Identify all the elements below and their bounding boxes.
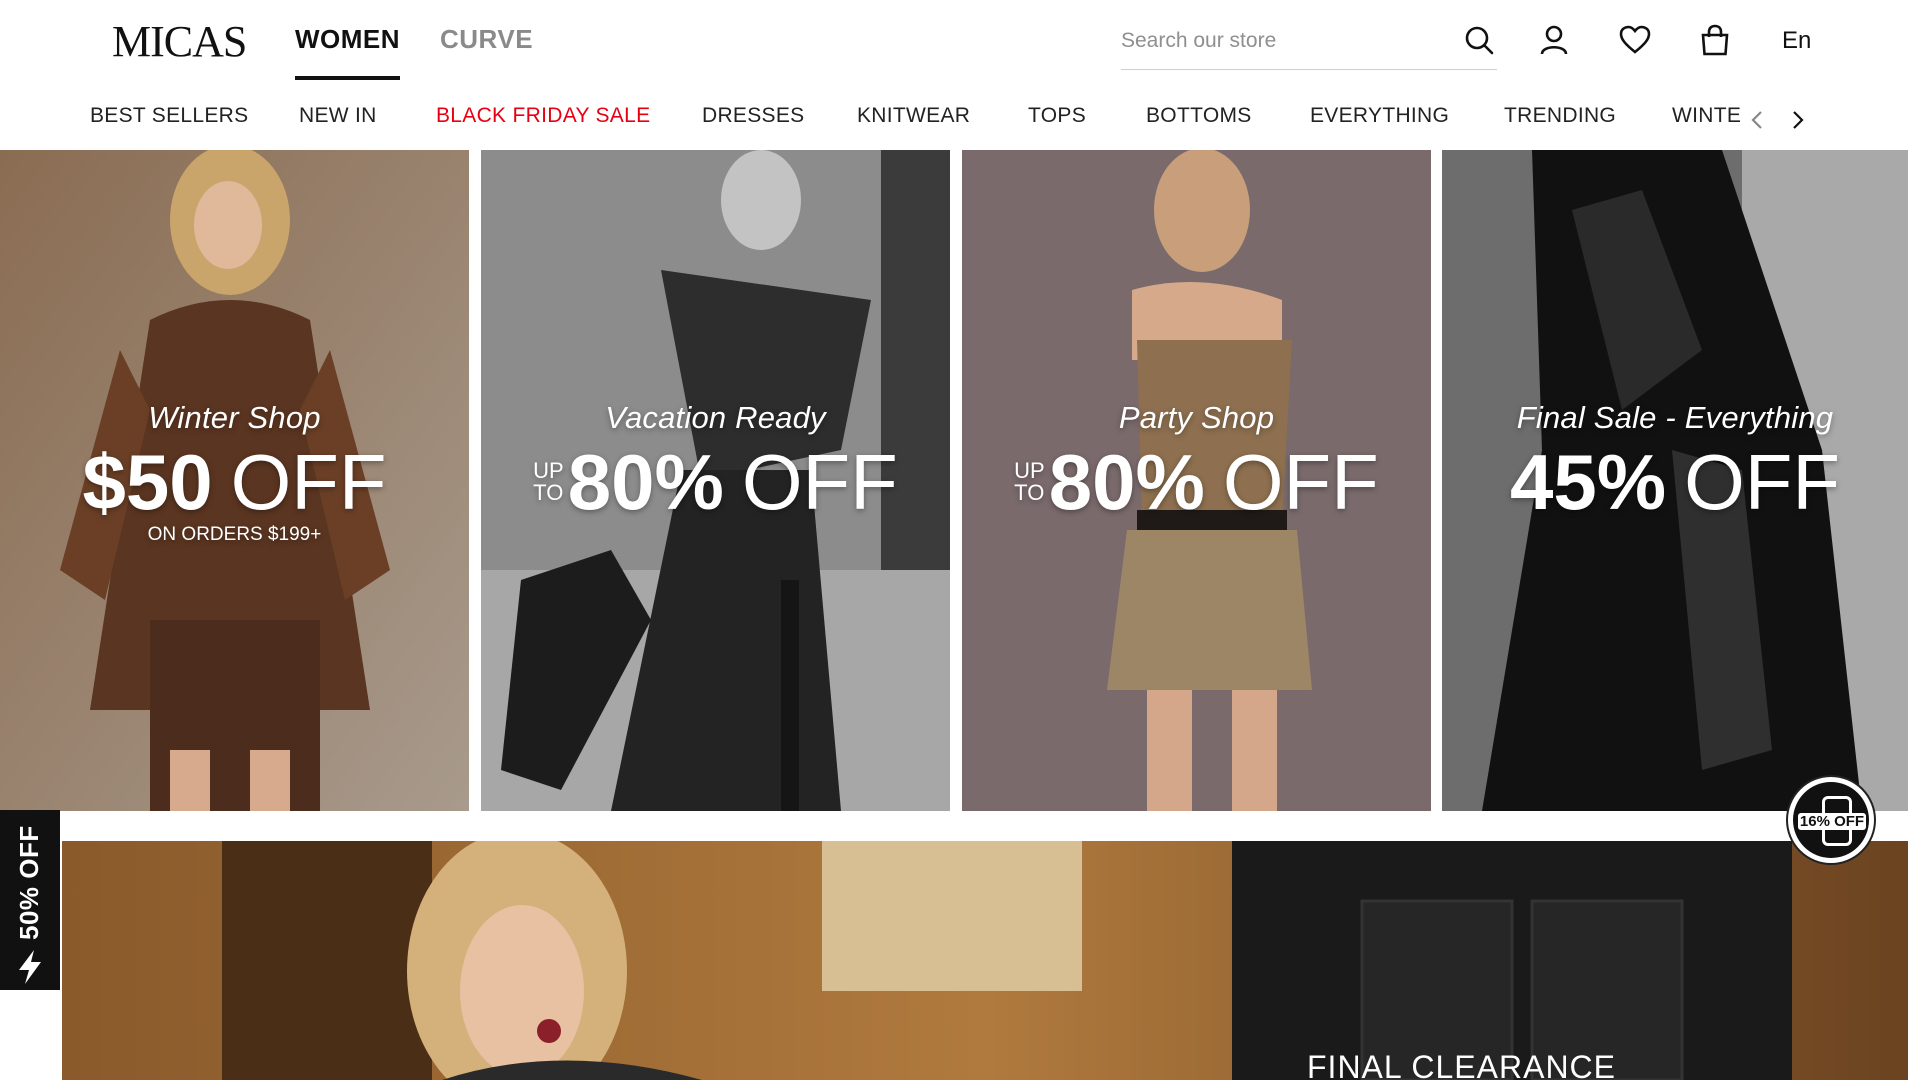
account-button[interactable] — [1534, 20, 1574, 60]
promo-offer: UP TO 80% OFF — [533, 442, 898, 522]
promo-off-label: OFF — [1222, 438, 1379, 526]
search-button[interactable] — [1459, 20, 1499, 60]
promo-caption: Vacation Ready UP TO 80% OFF — [481, 400, 950, 522]
promo-tile-winter-shop[interactable]: Winter Shop $50 OFF ON ORDERS $199+ — [0, 150, 469, 811]
nav-item-bottoms[interactable]: BOTTOMS — [1146, 104, 1252, 128]
search-bar — [1121, 16, 1497, 70]
promo-caption: Party Shop UP TO 80% OFF — [962, 400, 1431, 522]
discount-side-tab-label: 50% OFF — [14, 825, 44, 940]
user-icon — [1540, 25, 1568, 55]
site-header: MICAS WOMEN CURVE En — [0, 0, 1908, 80]
heart-icon — [1619, 25, 1651, 54]
nav-item-winter[interactable]: WINTER — [1672, 104, 1740, 128]
nav-item-tops[interactable]: TOPS — [1028, 104, 1086, 128]
promo-title: Party Shop — [1118, 400, 1275, 435]
nav-item-trending[interactable]: TRENDING — [1504, 104, 1616, 128]
category-nav-track: BEST SELLERS NEW IN BLACK FRIDAY SALE DR… — [0, 92, 1740, 148]
promo-caption: Final Sale - Everything 45% OFF — [1442, 400, 1908, 522]
hero-image — [62, 841, 1908, 1080]
nav-prev-button[interactable] — [1740, 100, 1776, 140]
nav-item-new-in[interactable]: NEW IN — [299, 104, 377, 128]
promo-off-label: OFF — [1684, 438, 1841, 526]
promo-offer: UP TO 80% OFF — [1014, 442, 1379, 522]
nav-item-knitwear[interactable]: KNITWEAR — [857, 104, 970, 128]
promo-title: Winter Shop — [148, 400, 321, 435]
search-input[interactable] — [1121, 24, 1421, 58]
tab-curve[interactable]: CURVE — [440, 24, 533, 80]
nav-item-best-sellers[interactable]: BEST SELLERS — [90, 104, 248, 128]
tab-women[interactable]: WOMEN — [295, 24, 401, 80]
promo-amount: $50 — [82, 438, 213, 526]
wishlist-button[interactable] — [1615, 20, 1655, 60]
app-badge-label: 16% OFF — [1797, 813, 1867, 830]
promo-upto: UP TO — [533, 458, 564, 505]
promo-off-label: OFF — [741, 438, 898, 526]
shopping-bag-icon — [1701, 24, 1729, 56]
promo-tile-party-shop[interactable]: Party Shop UP TO 80% OFF — [962, 150, 1431, 811]
promo-tiles: Winter Shop $50 OFF ON ORDERS $199+ Vacat… — [0, 150, 1908, 811]
lightning-icon — [19, 950, 41, 984]
promo-title: Vacation Ready — [605, 400, 826, 435]
promo-amount: 80% — [1048, 438, 1205, 526]
app-download-badge[interactable]: 16% OFF — [1786, 775, 1876, 865]
chevron-right-icon — [1793, 111, 1804, 129]
search-icon — [1465, 26, 1494, 55]
promo-upto: UP TO — [1014, 458, 1045, 505]
promo-title: Final Sale - Everything — [1516, 400, 1834, 435]
promo-tile-vacation-ready[interactable]: Vacation Ready UP TO 80% OFF — [481, 150, 950, 811]
chevron-left-icon — [1751, 111, 1762, 129]
hero-title: FINAL CLEARANCE — [1307, 1049, 1616, 1080]
promo-caption: Winter Shop $50 OFF ON ORDERS $199+ — [0, 400, 469, 546]
category-nav: BEST SELLERS NEW IN BLACK FRIDAY SALE DR… — [0, 92, 1908, 148]
brand-logo[interactable]: MICAS — [112, 16, 247, 67]
shopping-bag-button[interactable] — [1695, 20, 1735, 60]
nav-item-everything[interactable]: EVERYTHING — [1310, 104, 1449, 128]
promo-offer: $50 OFF — [82, 442, 386, 522]
nav-item-dresses[interactable]: DRESSES — [702, 104, 804, 128]
promo-offer: 45% OFF — [1510, 442, 1840, 522]
promo-off-label: OFF — [230, 438, 387, 526]
promo-note: ON ORDERS $199+ — [147, 524, 322, 545]
hero-banner[interactable]: FINAL CLEARANCE — [62, 841, 1908, 1080]
nav-item-black-friday-sale[interactable]: BLACK FRIDAY SALE — [436, 104, 650, 128]
language-selector[interactable]: En — [1782, 27, 1811, 55]
promo-tile-final-sale[interactable]: Final Sale - Everything 45% OFF — [1442, 150, 1908, 811]
discount-side-tab[interactable]: 50% OFF — [0, 810, 60, 990]
promo-amount: 45% — [1509, 438, 1667, 526]
nav-next-button[interactable] — [1779, 100, 1815, 140]
promo-amount: 80% — [567, 438, 724, 526]
